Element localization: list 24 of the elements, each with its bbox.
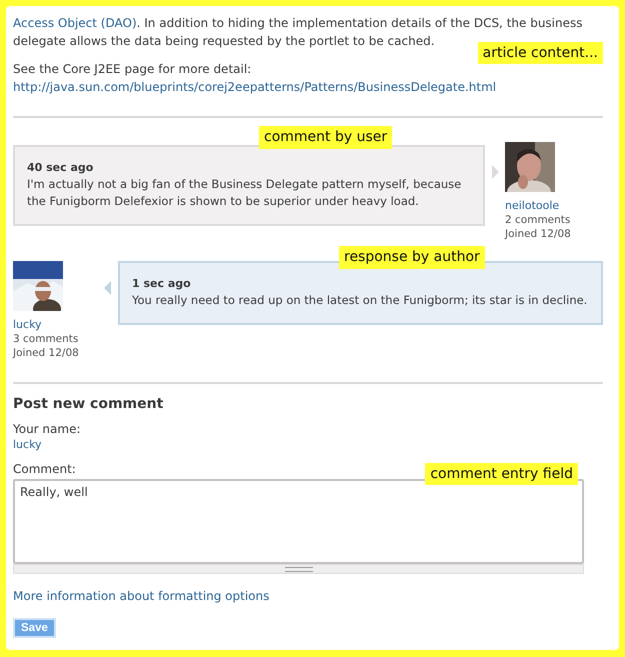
comment-label: Comment:	[13, 462, 76, 477]
name-label: Your name:	[13, 422, 81, 437]
annotation-label: article content...	[478, 42, 603, 64]
see-also-text: See the Core J2EE page for more detail:	[13, 61, 252, 78]
comment-text: You really need to read up on the latest on the Funigborm; its star is in decline.	[132, 292, 588, 309]
name-link[interactable]: lucky	[13, 437, 42, 453]
resize-handle[interactable]	[13, 564, 584, 574]
formatting-help-link[interactable]: More information about formatting options	[13, 588, 270, 604]
dao-link[interactable]: Access Object (DAO)	[13, 16, 137, 30]
annotation-label: comment entry field	[425, 463, 578, 485]
username-link[interactable]: neilotoole	[505, 198, 560, 213]
joined-date: Joined 12/08	[505, 227, 571, 241]
username-link[interactable]: lucky	[13, 317, 42, 332]
comment-count: 2 comments	[505, 213, 570, 227]
annotation-label: response by author	[339, 246, 485, 269]
comment-time: 40 sec ago	[27, 160, 94, 176]
comment-time: 1 sec ago	[132, 276, 192, 292]
form-title: Post new comment	[13, 396, 164, 412]
joined-date: Joined 12/08	[13, 346, 79, 360]
url-link[interactable]: http://java.sun.com/blueprints/corej2eepatterns/Patterns/BusinessDelegate.html	[13, 78, 496, 96]
annotation-label: comment by user	[259, 126, 392, 149]
comment-text: I'm actually not a big fan of the Business Delegate pattern myself, because the Funigborm Delefexior is shown to be superior under heavy load.	[27, 176, 462, 210]
comment-count: 3 comments	[13, 332, 78, 346]
bubble-tail	[104, 281, 111, 295]
